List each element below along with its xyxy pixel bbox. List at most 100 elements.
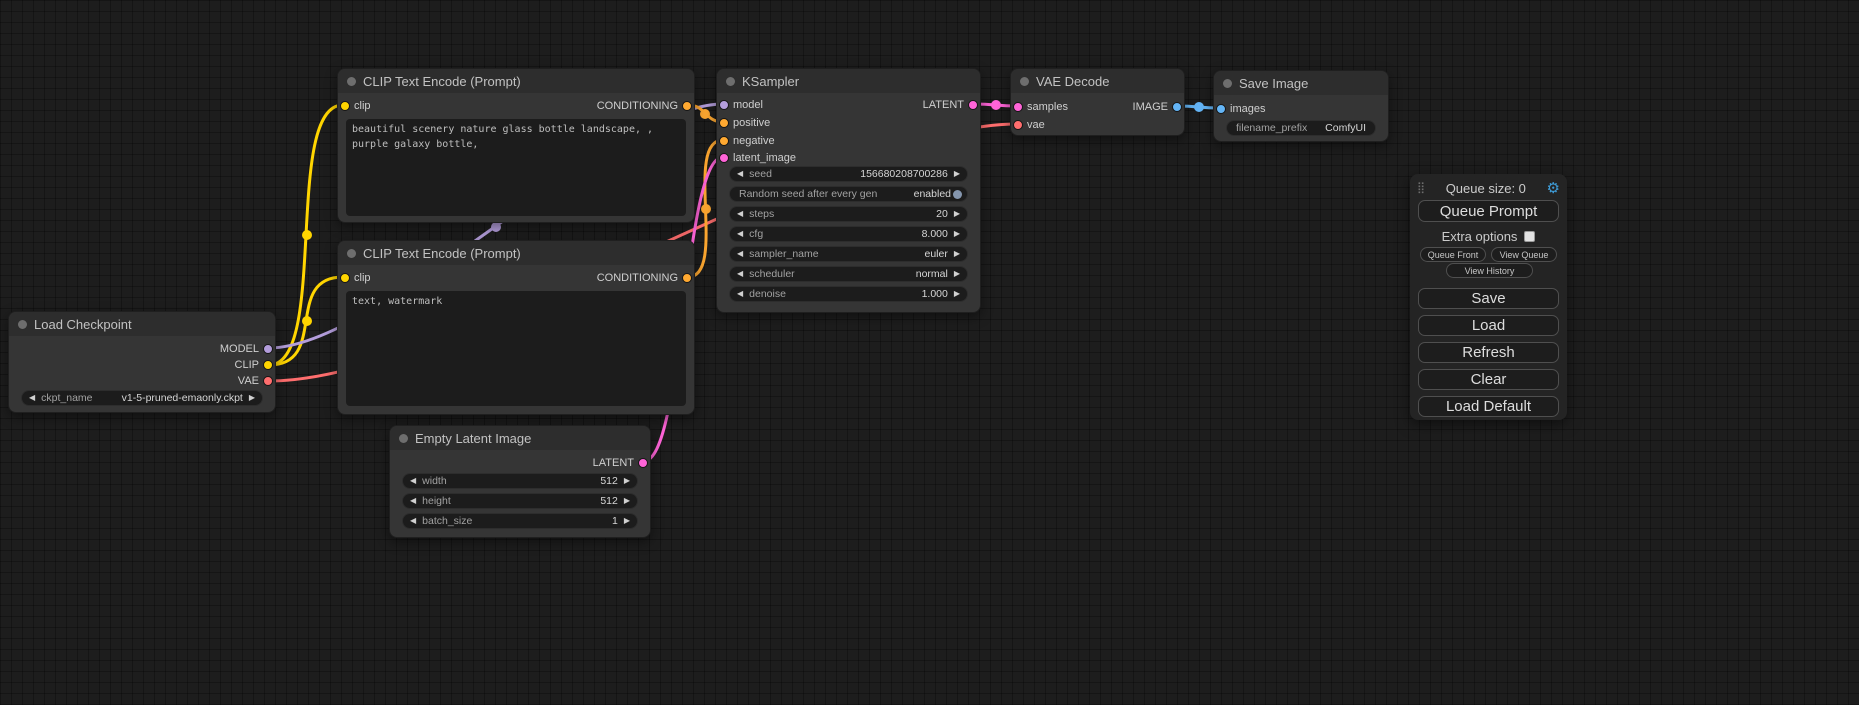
- widget-value: ComfyUI: [1325, 122, 1366, 134]
- slot-label: IMAGE: [1133, 101, 1168, 113]
- next-value-arrow-icon[interactable]: [954, 210, 960, 218]
- toggle-dot[interactable]: [953, 190, 962, 199]
- drag-handle-icon[interactable]: ⣿: [1417, 183, 1425, 194]
- widget-random-seed-toggle[interactable]: Random seed after every gen enabled: [729, 186, 968, 202]
- widget-filename-prefix[interactable]: filename_prefix ComfyUI: [1226, 120, 1376, 136]
- negative-prompt-textarea[interactable]: text, watermark: [346, 291, 686, 406]
- input-dot-clip[interactable]: [340, 273, 350, 283]
- next-value-arrow-icon[interactable]: [954, 170, 960, 178]
- view-history-button[interactable]: View History: [1446, 263, 1533, 278]
- node-title-bar[interactable]: CLIP Text Encode (Prompt): [338, 69, 694, 93]
- collapse-dot-icon[interactable]: [1020, 77, 1029, 86]
- node-ksampler[interactable]: KSampler model positive negative latent_…: [716, 68, 981, 313]
- input-dot-vae[interactable]: [1013, 120, 1023, 130]
- widget-height[interactable]: height 512: [402, 493, 638, 509]
- load-default-button[interactable]: Load Default: [1418, 396, 1559, 417]
- prev-value-arrow-icon[interactable]: [410, 497, 416, 505]
- next-value-arrow-icon[interactable]: [954, 270, 960, 278]
- output-dot-clip[interactable]: [263, 360, 273, 370]
- queue-front-button[interactable]: Queue Front: [1420, 247, 1486, 262]
- collapse-dot-icon[interactable]: [347, 77, 356, 86]
- output-dot-conditioning[interactable]: [682, 101, 692, 111]
- input-dot-positive[interactable]: [719, 118, 729, 128]
- input-dot-clip[interactable]: [340, 101, 350, 111]
- node-title-bar[interactable]: Empty Latent Image: [390, 426, 650, 450]
- output-dot-latent[interactable]: [968, 100, 978, 110]
- next-value-arrow-icon[interactable]: [249, 394, 255, 402]
- widget-name: scheduler: [749, 268, 795, 280]
- clear-button[interactable]: Clear: [1418, 369, 1559, 390]
- node-title-bar[interactable]: Save Image: [1214, 71, 1388, 95]
- node-save-image[interactable]: Save Image images filename_prefix ComfyU…: [1213, 70, 1389, 142]
- next-value-arrow-icon[interactable]: [624, 497, 630, 505]
- prev-value-arrow-icon[interactable]: [737, 210, 743, 218]
- slot-label: vae: [1027, 119, 1045, 131]
- node-vae-decode[interactable]: VAE Decode samples vae IMAGE: [1010, 68, 1185, 136]
- collapse-dot-icon[interactable]: [1223, 79, 1232, 88]
- widget-value: euler: [924, 248, 947, 260]
- node-title: Load Checkpoint: [34, 317, 132, 332]
- load-button[interactable]: Load: [1418, 315, 1559, 336]
- widget-scheduler[interactable]: scheduler normal: [729, 266, 968, 282]
- prev-value-arrow-icon[interactable]: [410, 477, 416, 485]
- next-value-arrow-icon[interactable]: [954, 230, 960, 238]
- input-dot-latent-image[interactable]: [719, 153, 729, 163]
- node-clip-text-encode-negative[interactable]: CLIP Text Encode (Prompt) clip CONDITION…: [337, 240, 695, 415]
- node-clip-text-encode-positive[interactable]: CLIP Text Encode (Prompt) clip CONDITION…: [337, 68, 695, 223]
- output-dot-latent[interactable]: [638, 458, 648, 468]
- node-empty-latent-image[interactable]: Empty Latent Image LATENT width 512 heig…: [389, 425, 651, 538]
- prev-value-arrow-icon[interactable]: [737, 270, 743, 278]
- input-dot-samples[interactable]: [1013, 102, 1023, 112]
- widget-seed[interactable]: seed 156680208700286: [729, 166, 968, 182]
- positive-prompt-textarea[interactable]: beautiful scenery nature glass bottle la…: [346, 119, 686, 216]
- next-value-arrow-icon[interactable]: [954, 290, 960, 298]
- node-title: KSampler: [742, 74, 799, 89]
- node-title-bar[interactable]: VAE Decode: [1011, 69, 1184, 93]
- output-dot-model[interactable]: [263, 344, 273, 354]
- save-button[interactable]: Save: [1418, 288, 1559, 309]
- prev-value-arrow-icon[interactable]: [410, 517, 416, 525]
- node-load-checkpoint[interactable]: Load Checkpoint MODEL CLIP VAE ckpt_name…: [8, 311, 276, 413]
- prev-value-arrow-icon[interactable]: [29, 394, 35, 402]
- input-dot-model[interactable]: [719, 100, 729, 110]
- widget-width[interactable]: width 512: [402, 473, 638, 489]
- next-value-arrow-icon[interactable]: [624, 477, 630, 485]
- output-dot-conditioning[interactable]: [682, 273, 692, 283]
- output-dot-vae[interactable]: [263, 376, 273, 386]
- prev-value-arrow-icon[interactable]: [737, 170, 743, 178]
- next-value-arrow-icon[interactable]: [954, 250, 960, 258]
- output-dot-image[interactable]: [1172, 102, 1182, 112]
- view-queue-button[interactable]: View Queue: [1491, 247, 1557, 262]
- refresh-button[interactable]: Refresh: [1418, 342, 1559, 363]
- widget-steps[interactable]: steps 20: [729, 206, 968, 222]
- widget-denoise[interactable]: denoise 1.000: [729, 286, 968, 302]
- input-slot-positive: positive: [717, 115, 770, 131]
- extra-options-checkbox[interactable]: [1524, 231, 1535, 242]
- queue-prompt-button[interactable]: Queue Prompt: [1418, 200, 1559, 222]
- collapse-dot-icon[interactable]: [726, 77, 735, 86]
- prev-value-arrow-icon[interactable]: [737, 290, 743, 298]
- widget-name: steps: [749, 208, 774, 220]
- input-slot-latent-image: latent_image: [717, 150, 796, 166]
- widget-sampler-name[interactable]: sampler_name euler: [729, 246, 968, 262]
- collapse-dot-icon[interactable]: [347, 249, 356, 258]
- widget-cfg[interactable]: cfg 8.000: [729, 226, 968, 242]
- widget-batch-size[interactable]: batch_size 1: [402, 513, 638, 529]
- collapse-dot-icon[interactable]: [18, 320, 27, 329]
- input-dot-negative[interactable]: [719, 136, 729, 146]
- slot-label: positive: [733, 117, 770, 129]
- slot-label: LATENT: [923, 99, 964, 111]
- settings-gear-icon[interactable]: ⚙: [1547, 181, 1560, 196]
- link-midpoint-dot: [701, 204, 711, 214]
- widget-ckpt-name[interactable]: ckpt_name v1-5-pruned-emaonly.ckpt: [21, 390, 263, 406]
- extra-options-row: Extra options: [1410, 229, 1567, 244]
- node-title-bar[interactable]: Load Checkpoint: [9, 312, 275, 336]
- input-dot-images[interactable]: [1216, 104, 1226, 114]
- collapse-dot-icon[interactable]: [399, 434, 408, 443]
- node-title-bar[interactable]: KSampler: [717, 69, 980, 93]
- prev-value-arrow-icon[interactable]: [737, 230, 743, 238]
- widget-value: 512: [600, 475, 618, 487]
- next-value-arrow-icon[interactable]: [624, 517, 630, 525]
- prev-value-arrow-icon[interactable]: [737, 250, 743, 258]
- node-title-bar[interactable]: CLIP Text Encode (Prompt): [338, 241, 694, 265]
